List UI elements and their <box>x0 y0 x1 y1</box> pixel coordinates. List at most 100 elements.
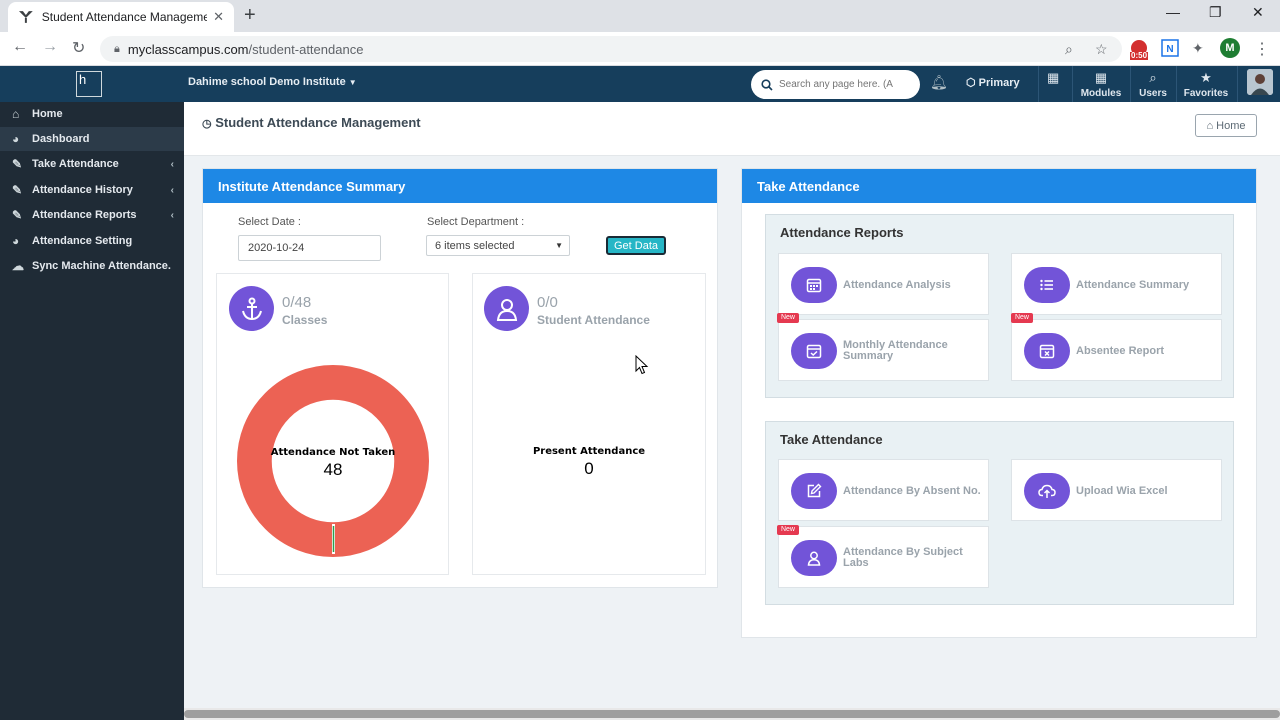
horizontal-scrollbar[interactable] <box>184 708 1280 720</box>
sidebar-item-attendance-setting[interactable]: ◕ Attendance Setting <box>0 229 184 253</box>
restore-window-icon[interactable]: ❐ <box>1209 4 1222 21</box>
favorites-button[interactable]: ★ Favorites <box>1181 70 1231 99</box>
sidebar-item-label: Home <box>32 108 63 120</box>
timer-text: 0:50 <box>1131 51 1148 60</box>
edit-square-icon <box>791 473 837 509</box>
sidebar-item-sync-machine[interactable]: ☁ Sync Machine Attendance. <box>0 254 184 278</box>
sidebar: ⌂ Home ◕ Dashboard ✎ Take Attendance ‹ ✎ Atte… <box>0 102 184 720</box>
browser-tab[interactable]: Student Attendance Management ✕ <box>8 2 234 32</box>
page-search[interactable] <box>751 70 920 99</box>
sidebar-item-home[interactable]: ⌂ Home <box>0 102 184 126</box>
browser-tab-bar: Student Attendance Management ✕ + — ❐ ✕ <box>0 0 1280 32</box>
present-value: 0 <box>584 459 594 478</box>
take-attendance-panel: Take Attendance Attendance Reports Atten… <box>741 168 1257 638</box>
sidebar-item-take-attendance[interactable]: ✎ Take Attendance ‹ <box>0 152 184 176</box>
modules-button[interactable]: ▦ Modules <box>1076 70 1126 99</box>
attendance-summary-card[interactable]: Attendance Summary <box>1011 253 1222 315</box>
clock-icon: ◷ <box>202 118 212 130</box>
minimize-window-icon[interactable]: — <box>1166 4 1180 20</box>
attendance-reports-section: Attendance Reports Attendance Analysis A… <box>765 214 1234 398</box>
star-icon: ★ <box>1200 70 1212 85</box>
institute-logo[interactable]: h <box>76 71 102 97</box>
card-label: Attendance Summary <box>1076 278 1190 291</box>
close-tab-icon[interactable]: ✕ <box>213 9 224 25</box>
extensions-puzzle-icon[interactable]: ✦ <box>1192 40 1204 57</box>
get-data-button[interactable]: Get Data <box>606 236 666 255</box>
url-path: /student-attendance <box>248 41 364 57</box>
forward-icon[interactable]: → <box>42 38 58 56</box>
edit-icon: ✎ <box>12 208 23 222</box>
classes-count: 0/48 <box>282 294 312 311</box>
home-icon: ⌂ <box>1206 119 1214 132</box>
chevron-down-icon: ▼ <box>348 78 357 87</box>
search-input[interactable] <box>779 79 911 90</box>
browser-menu-icon[interactable]: ⋮ <box>1254 39 1270 59</box>
date-label: Select Date : <box>238 216 301 228</box>
sidebar-item-attendance-history[interactable]: ✎ Attendance History ‹ <box>0 178 184 202</box>
classes-label: Classes <box>282 313 328 327</box>
attendance-summary-panel: Institute Attendance Summary Select Date… <box>202 168 718 588</box>
card-label: Upload Wia Excel <box>1076 484 1168 497</box>
caret-down-icon: ▼ <box>555 241 563 250</box>
list-icon <box>1024 267 1070 303</box>
student-label: Student Attendance <box>537 313 650 327</box>
favorites-label: Favorites <box>1183 88 1229 99</box>
sidebar-item-label: Sync Machine Attendance. <box>32 260 171 272</box>
zoom-icon[interactable]: ⌕ <box>1065 41 1073 58</box>
card-label: Attendance By Subject Labs <box>843 546 963 569</box>
new-badge: New <box>1011 313 1033 323</box>
attendance-by-subject-labs-card[interactable]: Attendance By Subject Labs <box>778 526 989 588</box>
chevron-left-icon: ‹ <box>170 158 174 170</box>
present-attendance: Present Attendance 0 <box>473 446 705 479</box>
n-extension-icon[interactable]: N <box>1161 39 1179 60</box>
calendar-grid-icon <box>791 267 837 303</box>
primary-selector[interactable]: ⬡ Primary <box>966 76 1020 89</box>
modules-label: Modules <box>1080 88 1122 99</box>
sidebar-item-label: Attendance Reports <box>32 209 137 221</box>
browser-address-bar: ← → ↻ 🔒︎ myclasscampus.com/student-atten… <box>0 32 1280 66</box>
edit-icon: ✎ <box>12 157 23 171</box>
users-button[interactable]: ⌕ Users <box>1128 70 1178 99</box>
card-label: Attendance By Absent No. <box>843 484 981 497</box>
donut-label: Attendance Not Taken <box>270 447 396 458</box>
institute-dropdown[interactable]: Dahime school Demo Institute ▼ <box>188 76 357 88</box>
card-label: Absentee Report <box>1076 344 1165 357</box>
sidebar-item-dashboard[interactable]: ◕ Dashboard <box>0 127 184 151</box>
attendance-analysis-card[interactable]: Attendance Analysis <box>778 253 989 315</box>
timer-extension-icon[interactable]: 0:50 <box>1128 39 1150 64</box>
user-avatar[interactable] <box>1247 69 1273 95</box>
upload-via-excel-card[interactable]: Upload Wia Excel <box>1011 459 1222 521</box>
student-attendance-card: 0/0 Student Attendance Present Attendanc… <box>472 273 706 575</box>
student-count: 0/0 <box>537 294 558 311</box>
monthly-attendance-summary-card[interactable]: Monthly Attendance Summary <box>778 319 989 381</box>
student-user-icon <box>484 286 529 331</box>
sidebar-item-attendance-reports[interactable]: ✎ Attendance Reports ‹ <box>0 203 184 227</box>
classes-card: 0/48 Classes Attendance Not Taken 48 <box>216 273 449 575</box>
date-input[interactable] <box>238 235 381 261</box>
close-window-icon[interactable]: ✕ <box>1252 4 1264 21</box>
new-badge: New <box>777 525 799 535</box>
svg-text:N: N <box>1166 44 1173 55</box>
calendar-icon[interactable]: ▦ <box>1047 70 1059 86</box>
department-label: Select Department : <box>427 216 525 228</box>
scrollbar-thumb[interactable] <box>184 710 1280 718</box>
app-header: h Dahime school Demo Institute ▼ 🔔︎ ⬡ Pr… <box>0 66 1280 102</box>
back-icon[interactable]: ← <box>12 38 28 56</box>
user-icon <box>791 540 837 576</box>
sidebar-item-label: Dashboard <box>32 133 90 145</box>
primary-label: Primary <box>978 77 1020 89</box>
new-tab-button[interactable]: + <box>244 4 256 27</box>
absentee-report-card[interactable]: Absentee Report <box>1011 319 1222 381</box>
department-select[interactable]: 6 items selected ▼ <box>426 235 570 256</box>
header-divider <box>1176 66 1177 102</box>
notifications-bell-icon[interactable]: 🔔︎ <box>930 74 948 91</box>
chevron-left-icon: ‹ <box>170 209 174 221</box>
profile-avatar[interactable]: M <box>1220 38 1240 58</box>
attendance-by-absent-no-card[interactable]: Attendance By Absent No. <box>778 459 989 521</box>
reload-icon[interactable]: ↻ <box>72 38 85 58</box>
donut-value: 48 <box>323 460 343 479</box>
bookmark-star-icon[interactable]: ☆ <box>1095 41 1108 58</box>
home-button[interactable]: ⌂ Home <box>1195 114 1257 137</box>
url-field[interactable]: 🔒︎ myclasscampus.com/student-attendance <box>100 36 1122 62</box>
dashboard-icon: ◕ <box>12 132 20 146</box>
